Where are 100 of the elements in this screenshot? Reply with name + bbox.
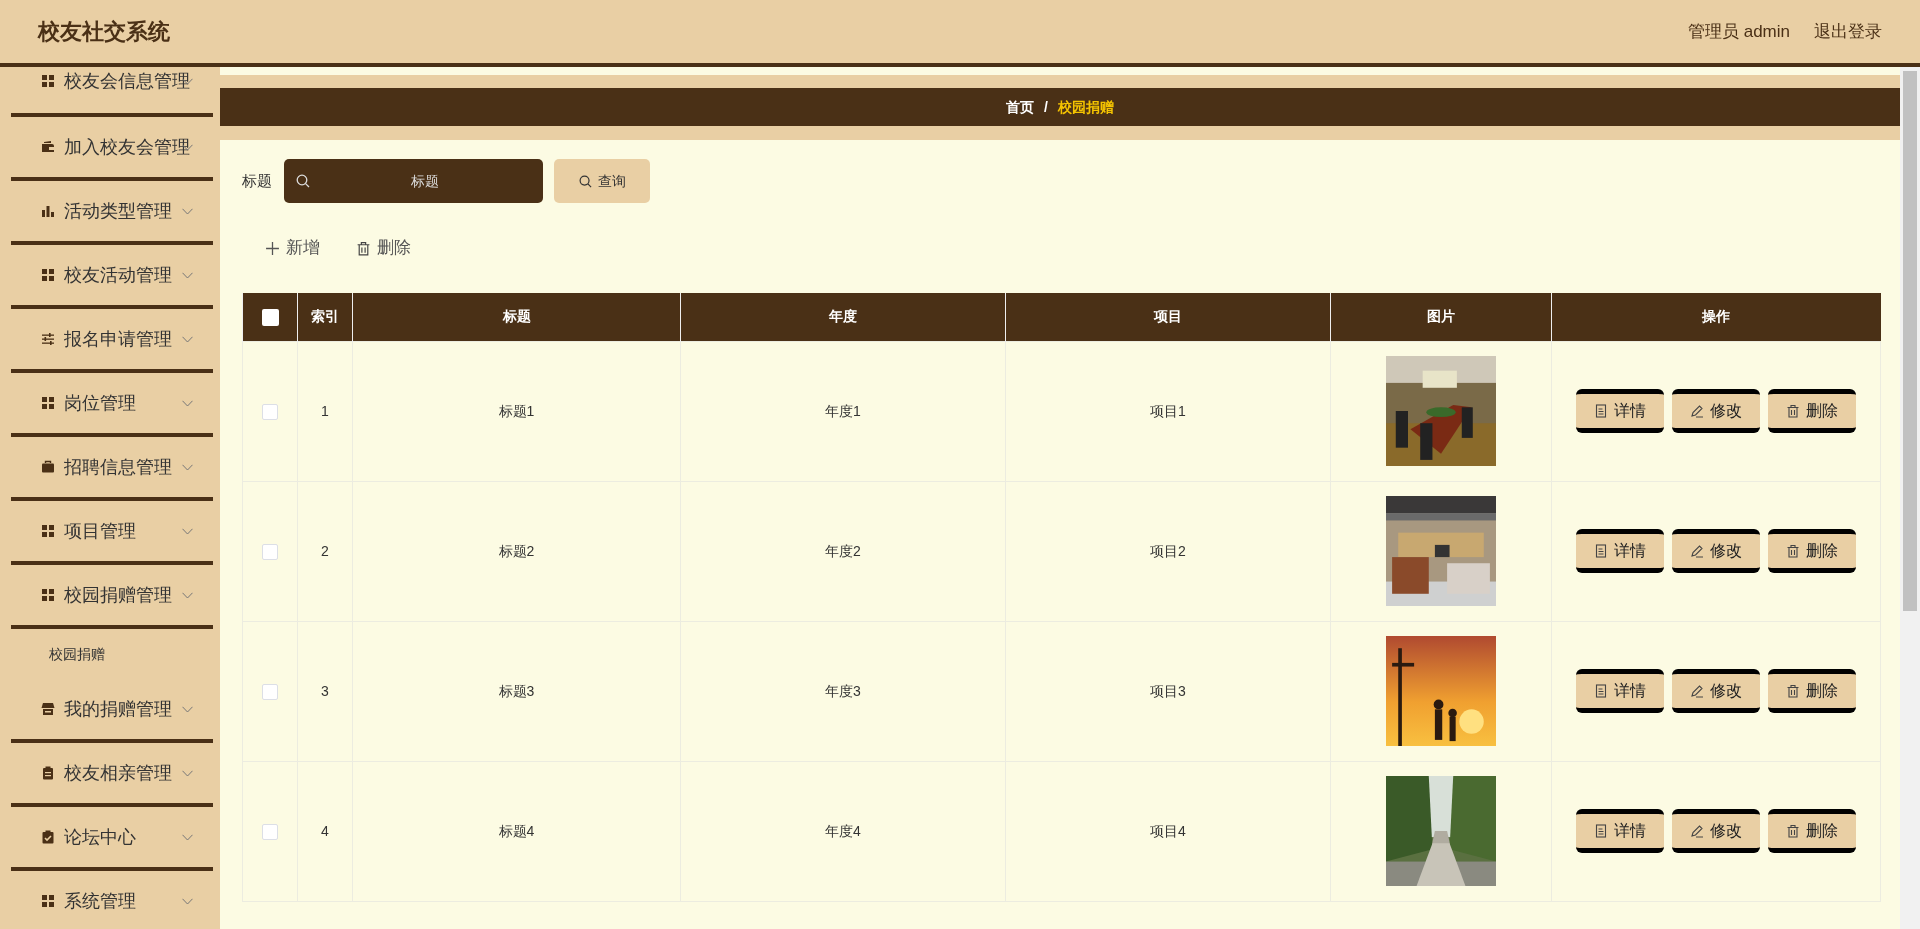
table-cell: 年度4 [825, 822, 861, 839]
column-header: 操作 [1702, 308, 1731, 325]
scrollbar-thumb[interactable] [1903, 71, 1917, 611]
logout-link[interactable]: 退出登录 [1814, 18, 1882, 45]
chevron-down-icon [182, 463, 193, 471]
search-label: 标题 [242, 170, 272, 191]
document-icon [1594, 684, 1608, 698]
search-icon [296, 174, 310, 188]
user-link[interactable]: 管理员 admin [1687, 18, 1790, 45]
clipboard-check-icon [41, 830, 55, 844]
plus-icon [265, 240, 280, 256]
sidebar-item[interactable]: 校友活动管理 [11, 245, 213, 309]
delete-button[interactable]: 删除 [1768, 809, 1856, 853]
document-icon [1594, 404, 1608, 418]
grid-icon [41, 74, 55, 88]
grid-icon [41, 894, 55, 908]
detail-button[interactable]: 详情 [1576, 389, 1664, 433]
trash-icon [356, 240, 371, 256]
document-icon [1594, 824, 1608, 838]
briefcase-icon [41, 460, 55, 474]
column-header: 项目 [1154, 308, 1182, 325]
edit-button[interactable]: 修改 [1672, 389, 1760, 433]
edit-button[interactable]: 修改 [1672, 809, 1760, 853]
table-cell: 标题4 [498, 822, 535, 839]
table-cell: 项目3 [1150, 682, 1186, 699]
table-cell: 2 [321, 542, 329, 559]
delete-button[interactable]: 删除 [348, 231, 419, 265]
store-icon [41, 702, 55, 716]
detail-button[interactable]: 详情 [1576, 669, 1664, 713]
clipboard-icon [41, 766, 55, 780]
chevron-down-icon [182, 591, 193, 599]
column-header: 年度 [829, 308, 857, 325]
table-cell: 1 [321, 402, 329, 419]
column-header: 索引 [311, 308, 339, 325]
chevron-down-icon [182, 705, 193, 713]
edit-button[interactable]: 修改 [1672, 669, 1760, 713]
sidebar-item[interactable]: 报名申请管理 [11, 309, 213, 373]
delete-button[interactable]: 删除 [1768, 529, 1856, 573]
table-cell: 年度1 [825, 402, 861, 419]
chevron-down-icon [182, 769, 193, 777]
pencil-icon [1690, 824, 1704, 838]
search-icon [578, 174, 592, 188]
sidebar-item[interactable]: 加入校友会管理 [11, 117, 213, 181]
chevron-down-icon [182, 897, 193, 905]
table-cell: 年度3 [825, 682, 861, 699]
table-cell: 项目2 [1150, 542, 1186, 559]
sidebar-item[interactable]: 活动类型管理 [11, 181, 213, 245]
trash-icon [1786, 404, 1800, 418]
pencil-icon [1690, 404, 1704, 418]
sidebar-item[interactable]: 岗位管理 [11, 373, 213, 437]
breadcrumb-link[interactable]: 首页 [1006, 96, 1035, 118]
table-cell: 4 [321, 822, 329, 839]
sidebar-item[interactable]: 校友相亲管理 [11, 743, 213, 807]
chevron-down-icon [182, 207, 193, 215]
grid-icon [41, 588, 55, 602]
sidebar-item[interactable]: 项目管理 [11, 501, 213, 565]
table-cell: 3 [321, 682, 329, 699]
breadcrumb-separator: / [1044, 97, 1048, 117]
table-cell: 标题2 [498, 542, 535, 559]
breadcrumb-current: 校园捐赠 [1057, 97, 1114, 117]
chevron-down-icon [182, 335, 193, 343]
chevron-down-icon [182, 833, 193, 841]
detail-button[interactable]: 详情 [1576, 809, 1664, 853]
table-cell: 项目4 [1150, 822, 1186, 839]
chevron-down-icon [182, 399, 193, 407]
column-header: 标题 [502, 308, 531, 325]
checkbox[interactable] [262, 403, 278, 420]
trash-icon [1786, 544, 1800, 558]
grid-icon [41, 396, 55, 410]
submenu-item[interactable]: 校园捐赠 [0, 629, 220, 679]
sidebar-item[interactable]: 论坛中心 [11, 807, 213, 871]
pencil-icon [1690, 684, 1704, 698]
trash-icon [1786, 684, 1800, 698]
add-button[interactable]: 新增 [257, 231, 328, 265]
checkbox[interactable] [261, 309, 279, 327]
chevron-down-icon [182, 271, 193, 279]
column-header: 图片 [1427, 308, 1455, 325]
sidebar-item[interactable]: 校友会信息管理 [11, 67, 213, 117]
sidebar-item[interactable]: 校园捐赠管理 [11, 565, 213, 629]
chevron-down-icon [182, 527, 193, 535]
scrollbar[interactable] [1900, 67, 1920, 929]
search-field[interactable]: 标题 [284, 159, 543, 203]
sidebar-item[interactable]: 我的捐赠管理 [11, 679, 213, 743]
search-button[interactable]: 查询 [554, 159, 650, 203]
sidebar-item[interactable]: 招聘信息管理 [11, 437, 213, 501]
bar-chart-icon [41, 204, 55, 218]
app-title: 校友社交系统 [38, 18, 170, 46]
edit-button[interactable]: 修改 [1672, 529, 1760, 573]
sliders-icon [41, 332, 55, 346]
checkbox[interactable] [262, 823, 278, 840]
checkbox[interactable] [262, 683, 278, 700]
delete-button[interactable]: 删除 [1768, 669, 1856, 713]
checkbox[interactable] [262, 543, 278, 560]
grid-icon [41, 524, 55, 538]
grid-icon [41, 268, 55, 282]
detail-button[interactable]: 详情 [1576, 529, 1664, 573]
trash-icon [1786, 824, 1800, 838]
table-cell: 标题1 [498, 402, 535, 419]
delete-button[interactable]: 删除 [1768, 389, 1856, 433]
sidebar-item[interactable]: 系统管理 [11, 871, 213, 929]
